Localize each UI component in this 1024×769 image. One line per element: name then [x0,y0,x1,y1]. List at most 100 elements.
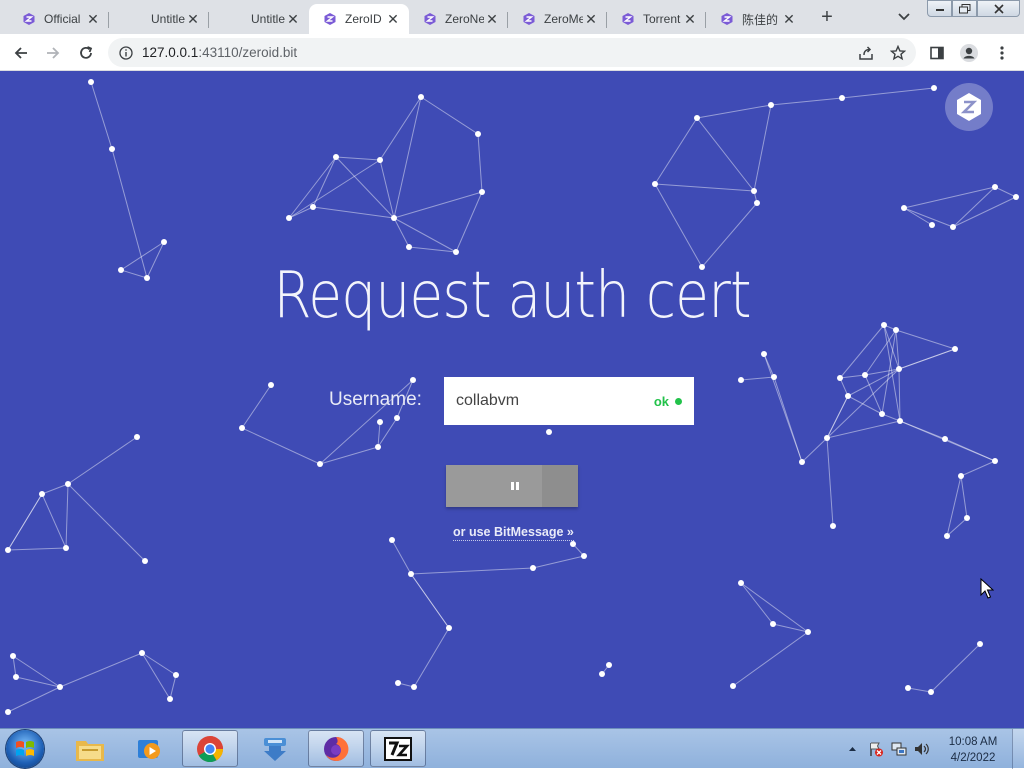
network-node [839,95,845,101]
show-desktop-button[interactable] [1012,729,1024,769]
submit-button[interactable] [446,465,578,507]
network-node [5,709,11,715]
network-node [142,558,148,564]
network-node [88,79,94,85]
taskbar-firefox[interactable] [308,730,364,767]
info-icon[interactable] [119,46,133,60]
network-line [952,196,1017,228]
close-icon[interactable]: ✕ [185,11,201,27]
username-field[interactable]: ok [444,377,694,425]
close-icon[interactable]: ✕ [385,11,401,27]
start-button[interactable] [6,730,44,768]
network-node [446,625,452,631]
network-node [738,580,744,586]
tab-title: Untitled [251,12,285,26]
network-node [761,351,767,357]
network-node [391,215,397,221]
tab-untitled-1[interactable]: Untitled ✕ [109,4,209,34]
network-line [377,421,381,448]
taskbar-chrome[interactable] [182,730,238,767]
tab-zerome[interactable]: ZeroMe ✕ [508,4,607,34]
network-node [992,458,998,464]
back-button[interactable] [8,40,34,66]
tab-untitled-2[interactable]: Untitled ✕ [209,4,309,34]
file-explorer-icon [76,740,104,761]
close-icon[interactable]: ✕ [285,11,301,27]
avatar-icon [960,44,978,62]
username-input[interactable] [444,377,644,425]
network-node [65,481,71,487]
restore-button[interactable] [952,0,977,17]
taskbar-file-explorer[interactable] [62,730,118,767]
new-tab-button[interactable]: + [816,6,838,28]
tab-chen[interactable]: 陈佳的 ✕ [706,4,805,34]
url-text[interactable]: 127.0.0.1:43110/zeroid.bit [142,45,297,60]
network-node [5,547,11,553]
menu-button[interactable] [989,40,1015,66]
close-window-button[interactable] [977,0,1020,17]
close-icon[interactable]: ✕ [583,11,599,27]
network-node [139,650,145,656]
network-node [453,249,459,255]
share-button[interactable] [853,40,879,66]
network-icon [891,742,907,756]
network-node [410,377,416,383]
tab-search-button[interactable] [894,8,914,26]
tab-title: 陈佳的 [742,12,779,27]
side-panel-button[interactable] [924,40,950,66]
network-line [696,117,755,192]
reload-button[interactable] [73,40,99,66]
username-label: Username: [329,389,422,410]
profile-button[interactable] [956,40,982,66]
taskbar-media-player[interactable] [121,730,177,767]
zeronet-icon [721,13,733,25]
network-line [826,437,834,527]
bookmark-button[interactable] [885,40,911,66]
close-icon[interactable]: ✕ [85,11,101,27]
network-line [241,427,321,465]
network-line [952,186,996,228]
network-node [239,425,245,431]
network-line [532,555,585,569]
network-line [654,183,755,192]
show-hidden-icons-button[interactable] [844,741,860,757]
network-node [570,541,576,547]
network-node [694,115,700,121]
taskbar-7zip[interactable] [370,730,426,767]
taskbar-downloader[interactable] [247,730,303,767]
network-node [799,459,805,465]
network-node [738,377,744,383]
tab-zeroid[interactable]: ZeroID ✕ [309,4,409,34]
network-node [950,224,956,230]
network-node [942,436,948,442]
tab-official[interactable]: Official ✕ [8,4,109,34]
network-line [413,627,450,688]
zeronet-icon [523,13,535,25]
forward-button[interactable] [40,40,66,66]
close-icon[interactable]: ✕ [682,11,698,27]
network-line [883,324,901,422]
minimize-button[interactable] [927,0,952,17]
network-line [7,493,43,551]
zeroid-logo[interactable] [945,83,993,131]
network-tray[interactable] [891,741,907,757]
tab-zeronet[interactable]: ZeroNet ✕ [409,4,508,34]
username-status: ok [654,394,682,409]
close-icon[interactable]: ✕ [484,11,500,27]
network-line [455,191,483,253]
bitmessage-link[interactable]: or use BitMessage » [453,525,574,541]
volume-tray[interactable] [914,741,930,757]
network-line [930,643,981,693]
network-node [768,102,774,108]
network-line [994,186,1017,198]
action-center-tray[interactable] [868,741,884,757]
network-line [41,493,67,549]
network-node [897,418,903,424]
address-bar[interactable]: 127.0.0.1:43110/zeroid.bit [108,38,916,67]
more-vertical-icon [1000,46,1004,60]
network-node [408,571,414,577]
system-clock[interactable]: 10:08 AM 4/2/2022 [940,734,1006,766]
network-line [654,183,703,268]
close-icon[interactable]: ✕ [781,11,797,27]
tab-torrent[interactable]: Torrent ✕ [607,4,706,34]
